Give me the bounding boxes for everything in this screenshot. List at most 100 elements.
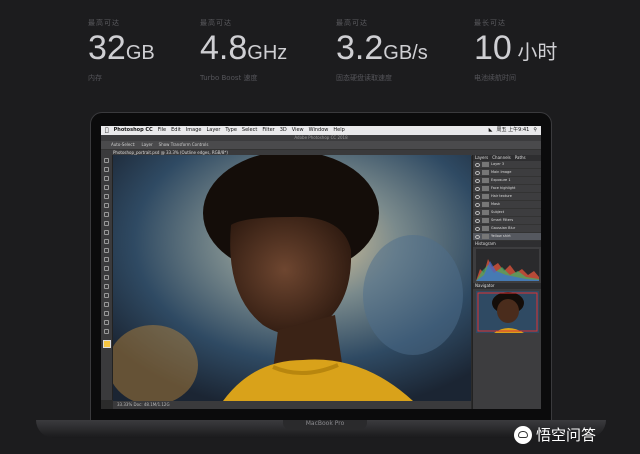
menu-file[interactable]: File [158,126,166,135]
move-tool-icon[interactable] [104,158,109,163]
layer-row[interactable]: Gaussian Blur [473,225,541,233]
eye-icon[interactable] [475,162,480,167]
shape-tool-icon[interactable] [104,311,109,316]
stamp-tool-icon[interactable] [104,230,109,235]
menu-app-name[interactable]: Photoshop CC [114,126,153,135]
menu-help[interactable]: Help [333,126,344,135]
menu-edit[interactable]: Edit [171,126,181,135]
layer-name: Main Image [491,170,512,174]
brush-tool-icon[interactable] [104,221,109,226]
layer-row[interactable]: Hair texture [473,193,541,201]
navigator-thumbnail [476,291,539,333]
menu-select[interactable]: Select [242,126,257,135]
menu-image[interactable]: Image [186,126,202,135]
menubar-status: ◣ 周五 上午9:41 ⚲ [489,126,537,135]
layer-row[interactable]: Main Image [473,169,541,177]
layer-row[interactable]: Subject [473,209,541,217]
options-bar: Auto-Select: Layer Show Transform Contro… [101,141,541,150]
layer-thumbnail [482,210,489,215]
layer-row[interactable]: Layer 3 [473,161,541,169]
tab-layers[interactable]: Layers [475,155,488,161]
search-icon[interactable]: ⚲ [533,126,537,135]
zoom-tool-icon[interactable] [104,329,109,334]
spec-ssd: 最高可达 3.2GB/s 固态硬盘读取速度 [336,18,476,83]
hand-tool-icon[interactable] [104,320,109,325]
histogram-graph [476,259,539,281]
folder-icon [482,170,489,175]
spec-turbo: 最高可达 4.8GHz Turbo Boost 速度 [200,18,340,83]
layer-row[interactable]: Face highlight [473,185,541,193]
layer-thumbnail [482,194,489,199]
laptop-screen:  Photoshop CC File Edit Image Layer Typ… [101,126,541,409]
layer-name: Smart Filters [491,218,514,222]
eye-icon[interactable] [475,186,480,191]
foreground-color-swatch[interactable] [103,340,111,348]
crop-tool-icon[interactable] [104,194,109,199]
menu-layer[interactable]: Layer [206,126,220,135]
layer-thumbnail [482,178,489,183]
transform-controls-checkbox[interactable]: Show Transform Controls [159,141,209,149]
menu-window[interactable]: Window [309,126,329,135]
eye-icon[interactable] [475,226,480,231]
eye-icon[interactable] [475,218,480,223]
type-tool-icon[interactable] [104,293,109,298]
wifi-icon[interactable]: ◣ [489,126,493,135]
layer-thumbnail [482,186,489,191]
lasso-tool-icon[interactable] [104,176,109,181]
eye-icon[interactable] [475,170,480,175]
layer-dropdown[interactable]: Layer [142,141,153,149]
laptop-label: MacBook Pro [283,420,367,429]
spec-number: 10 [474,29,512,67]
spec-sub: 固态硬盘读取速度 [336,74,392,82]
layer-thumbnail [482,226,489,231]
spec-unit: GB [125,42,155,64]
layer-thumbnail [482,234,489,239]
navigator-preview[interactable] [476,291,539,333]
wukong-logo-icon [514,425,532,444]
tab-navigator[interactable]: Navigator [475,283,495,289]
eyedropper-tool-icon[interactable] [104,203,109,208]
layer-name: Face highlight [491,186,516,190]
eye-icon[interactable] [475,202,480,207]
brand-name: 悟空问答 [536,426,597,444]
layer-row[interactable]: Exposure 1 [473,177,541,185]
layer-row[interactable]: Smart Filters [473,217,541,225]
histogram-tab: Histogram [473,241,541,247]
layer-row[interactable]: Mask [473,201,541,209]
path-select-icon[interactable] [104,302,109,307]
history-brush-icon[interactable] [104,239,109,244]
spec-value: 10 小时 [474,30,614,71]
layer-name: Mask [491,202,501,206]
layer-thumbnail [482,162,489,167]
eye-icon[interactable] [475,194,480,199]
auto-select-checkbox[interactable]: Auto-Select: [111,141,136,149]
eye-icon[interactable] [475,178,480,183]
apple-icon[interactable]:  [105,126,109,135]
menubar-clock[interactable]: 周五 上午9:41 [497,126,530,135]
spec-unit: GB/s [383,42,428,64]
quick-select-tool-icon[interactable] [104,185,109,190]
marquee-tool-icon[interactable] [104,167,109,172]
blur-tool-icon[interactable] [104,266,109,271]
spec-value: 4.8GHz [200,30,340,71]
document-canvas[interactable] [113,155,471,401]
eye-icon[interactable] [475,234,480,239]
menu-view[interactable]: View [292,126,304,135]
layer-row[interactable]: Yellow shirt [473,233,541,241]
menu-filter[interactable]: Filter [262,126,274,135]
menu-type[interactable]: Type [225,126,236,135]
spec-unit: GHz [247,42,288,64]
tab-histogram[interactable]: Histogram [475,241,496,247]
gradient-tool-icon[interactable] [104,257,109,262]
dodge-tool-icon[interactable] [104,275,109,280]
healing-tool-icon[interactable] [104,212,109,217]
navigator-tab: Navigator [473,283,541,289]
layer-name: Subject [491,210,505,214]
spec-number: 32 [88,29,126,67]
tab-paths[interactable]: Paths [515,155,526,161]
pen-tool-icon[interactable] [104,284,109,289]
spec-battery: 最长可达 10 小时 电池续航时间 [474,18,614,83]
eye-icon[interactable] [475,210,480,215]
menu-3d[interactable]: 3D [280,126,287,135]
eraser-tool-icon[interactable] [104,248,109,253]
